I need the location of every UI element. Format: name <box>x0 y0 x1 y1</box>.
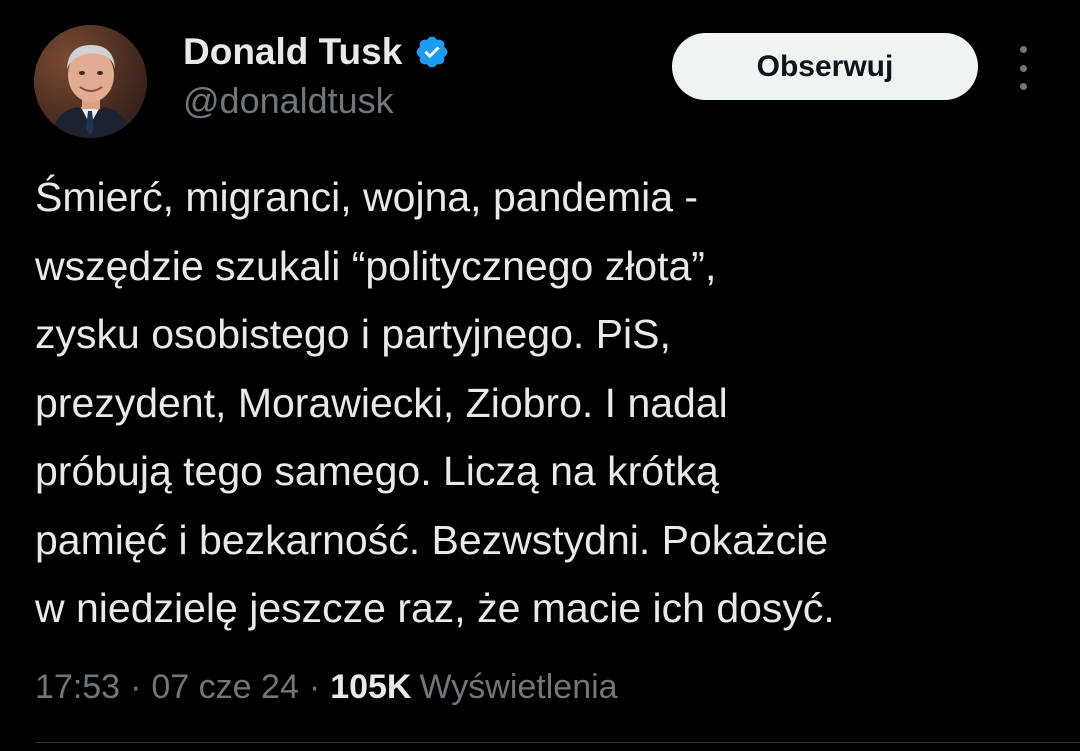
tweet-text-line: pamięć i bezkarność. Bezwstydni. Pokażci… <box>35 516 829 563</box>
author-name-row: Donald Tusk <box>183 29 450 75</box>
meta-separator: · <box>308 668 321 706</box>
author-name[interactable]: Donald Tusk <box>183 31 402 73</box>
tweet-time[interactable]: 17:53 <box>35 668 120 707</box>
author-handle[interactable]: @donaldtusk <box>183 80 394 122</box>
tweet-text: Śmierć, migranci, wojna, pandemia - wszę… <box>35 163 1065 643</box>
tweet-text-line: prezydent, Morawiecki, Ziobro. I nadal <box>35 379 728 426</box>
tweet-text-line: zysku osobistego i partyjnego. PiS, <box>35 311 671 357</box>
meta-separator: · <box>130 668 142 706</box>
tweet-text-line: Śmierć, migranci, wojna, pandemia - <box>35 174 699 220</box>
more-vertical-icon[interactable] <box>1006 46 1040 90</box>
more-dot <box>1019 83 1027 90</box>
more-dot <box>1019 46 1027 53</box>
avatar[interactable] <box>34 25 147 138</box>
tweet-text-line: próbują tego samego. Liczą na krótką <box>35 448 719 494</box>
avatar-image <box>34 25 147 138</box>
tweet-date[interactable]: 07 cze 24 <box>151 668 298 707</box>
tweet-text-line: w niedzielę jeszcze raz, że macie ich do… <box>35 585 835 631</box>
views-count[interactable]: 105K <box>330 668 411 707</box>
verified-badge-icon[interactable] <box>414 34 450 70</box>
divider <box>35 742 1080 743</box>
tweet-text-line: wszędzie szukali “politycznego złota”, <box>35 242 717 289</box>
follow-button[interactable]: Obserwuj <box>672 33 978 100</box>
tweet-meta: 17:53 · 07 cze 24 · 105K Wyświetlenia <box>35 668 618 707</box>
views-label[interactable]: Wyświetlenia <box>419 668 617 707</box>
tweet-card: Donald Tusk @donaldtusk Obserwuj Śmierć,… <box>0 0 1080 751</box>
more-dot <box>1019 64 1027 72</box>
